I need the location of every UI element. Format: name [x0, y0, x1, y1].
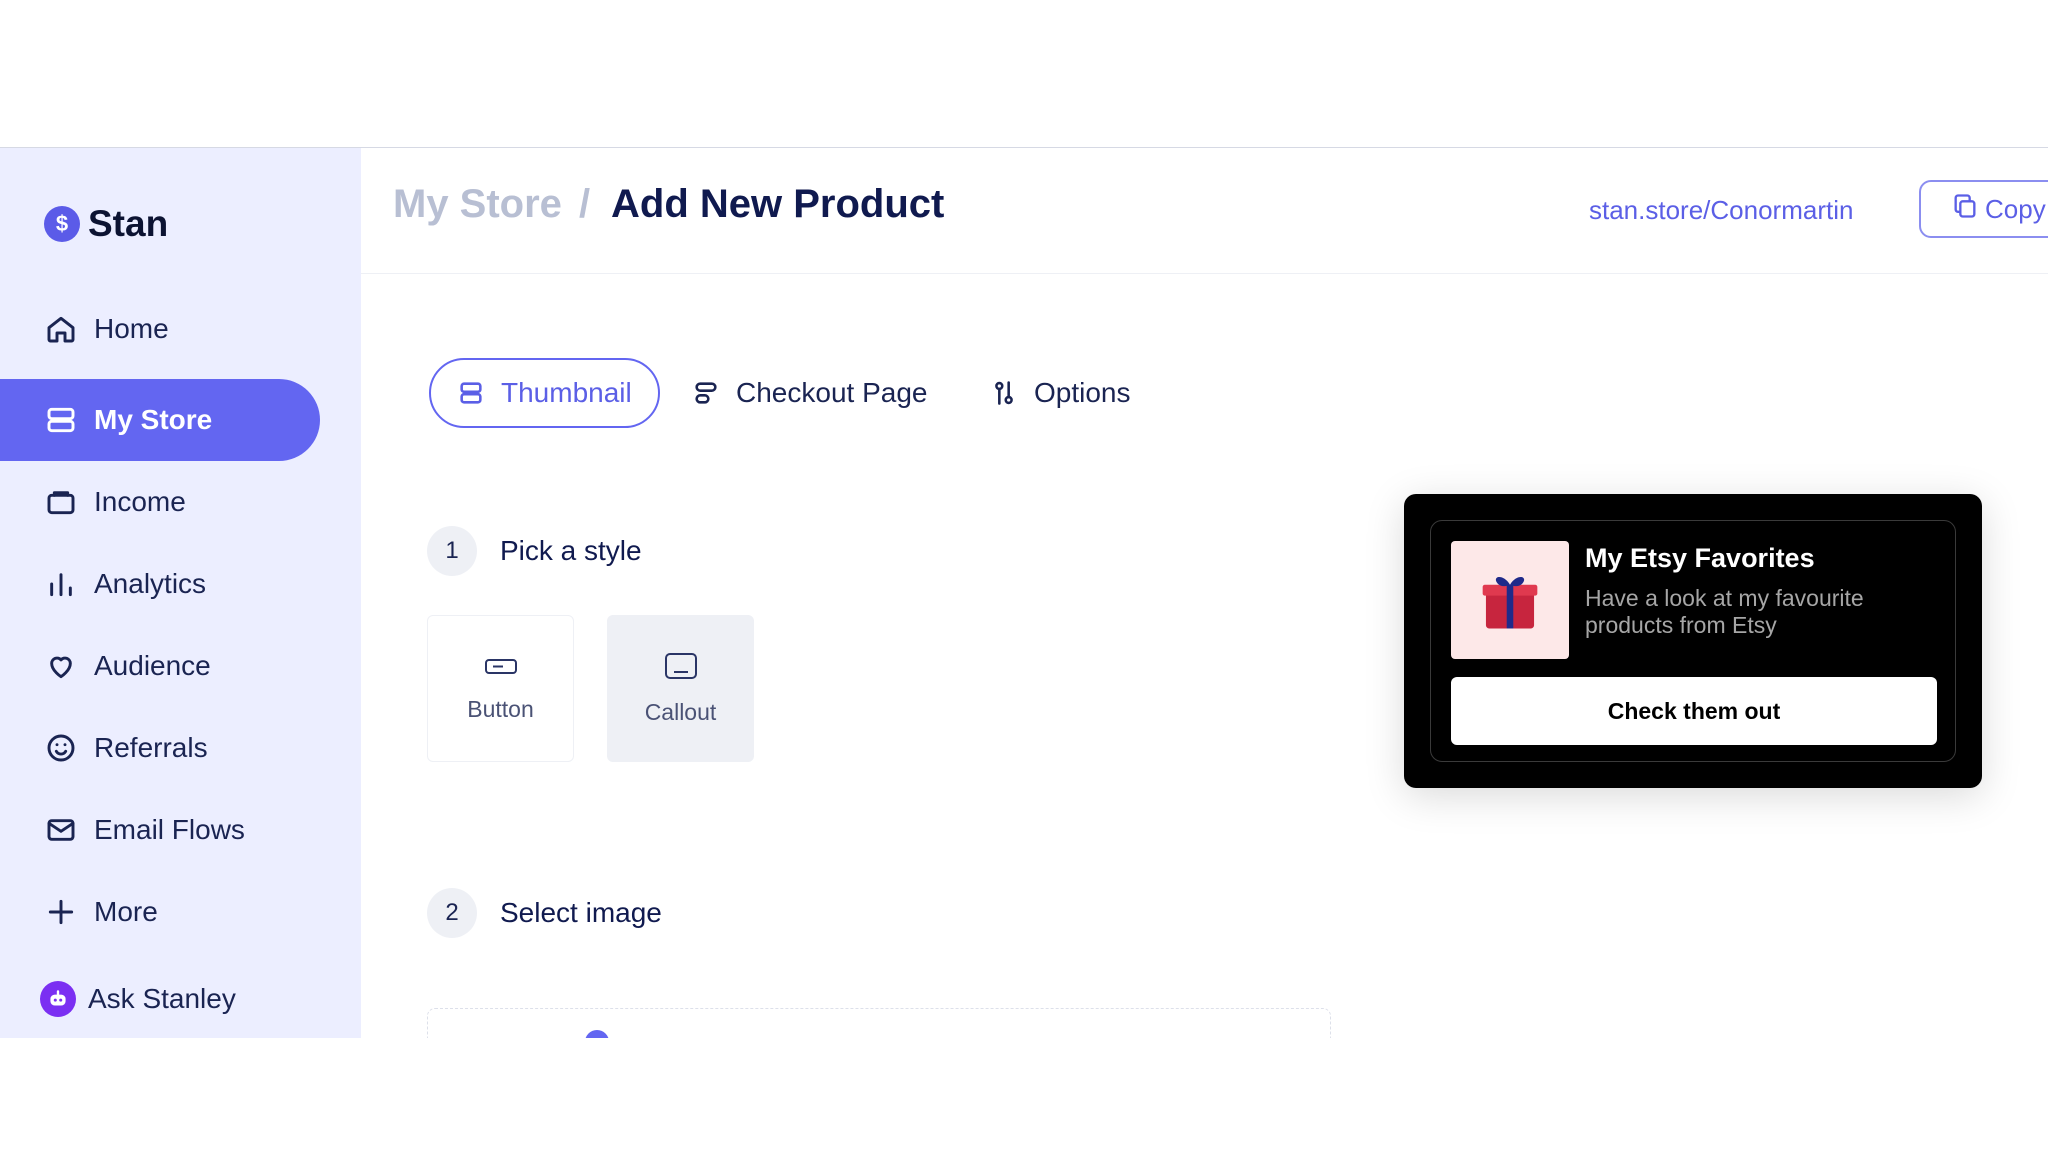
- tab-label: Thumbnail: [501, 377, 632, 408]
- app-window: $ Stan Home My Store Income Analytics Au…: [0, 147, 2048, 1038]
- callout-style-icon: [663, 651, 699, 699]
- preview-cta-button[interactable]: Check them out: [1451, 677, 1937, 745]
- style-option-label: Callout: [644, 699, 717, 725]
- product-preview: My Etsy Favorites Have a look at my favo…: [1404, 494, 1982, 788]
- ask-stanley-label: Ask Stanley: [88, 983, 236, 1014]
- logo[interactable]: $ Stan: [44, 203, 168, 245]
- sidebar-item-label: Audience: [94, 650, 211, 681]
- sidebar-item-analytics[interactable]: Analytics: [0, 543, 320, 625]
- page-title: Add New Product: [611, 182, 945, 226]
- tab-checkout-page[interactable]: Checkout Page: [692, 358, 927, 428]
- heart-icon: [44, 649, 78, 683]
- sidebar-item-label: More: [94, 896, 158, 927]
- preview-title: My Etsy Favorites: [1585, 543, 1815, 573]
- style-option-button[interactable]: Button: [427, 615, 574, 762]
- preview-card: My Etsy Favorites Have a look at my favo…: [1430, 520, 1956, 762]
- dollar-coin-icon: $: [44, 206, 80, 242]
- logo-text: Stan: [88, 203, 169, 244]
- plus-icon: [44, 895, 78, 929]
- style-option-callout[interactable]: Callout: [607, 615, 754, 762]
- step-number: 1: [427, 526, 477, 576]
- thumbnail-icon: [457, 379, 501, 407]
- checkout-icon: [692, 379, 736, 407]
- mail-icon: [44, 813, 78, 847]
- style-option-label: Button: [467, 696, 534, 722]
- sidebar-item-my-store[interactable]: My Store: [0, 379, 320, 461]
- preview-description: Have a look at my favourite products fro…: [1585, 585, 1864, 638]
- sidebar-item-label: Referrals: [94, 732, 208, 763]
- ask-stanley-button[interactable]: Ask Stanley: [0, 958, 320, 1038]
- sidebar-item-label: Email Flows: [94, 814, 245, 845]
- sidebar: $ Stan Home My Store Income Analytics Au…: [0, 148, 361, 1038]
- tab-label: Checkout Page: [736, 377, 928, 408]
- smile-icon: [44, 731, 78, 765]
- sidebar-item-audience[interactable]: Audience: [0, 625, 320, 707]
- gift-box-icon: [1451, 541, 1569, 659]
- sidebar-item-label: Home: [94, 313, 169, 344]
- button-style-icon: [483, 654, 519, 696]
- sidebar-item-email-flows[interactable]: Email Flows: [0, 789, 320, 871]
- step-label: Pick a style: [500, 535, 642, 566]
- sidebar-item-referrals[interactable]: Referrals: [0, 707, 320, 789]
- copy-icon: [1951, 192, 1985, 227]
- sidebar-item-more[interactable]: More: [0, 871, 320, 953]
- wallet-icon: [44, 485, 78, 519]
- step-label: Select image: [500, 897, 662, 928]
- page-header: My Store / Add New Product stan.store/Co…: [361, 148, 2048, 274]
- copy-link-button[interactable]: Copy: [1919, 180, 2048, 238]
- copy-label: Copy: [1985, 193, 2046, 224]
- sliders-icon: [990, 379, 1034, 407]
- store-icon: [44, 403, 78, 437]
- sidebar-item-home[interactable]: Home: [0, 288, 320, 370]
- breadcrumb-separator: /: [579, 182, 591, 226]
- tab-label: Options: [1034, 377, 1131, 408]
- bar-chart-icon: [44, 567, 78, 601]
- sidebar-item-label: My Store: [94, 404, 213, 435]
- tab-thumbnail[interactable]: Thumbnail: [429, 358, 660, 428]
- sidebar-item-income[interactable]: Income: [0, 461, 320, 543]
- sidebar-item-label: Income: [94, 486, 186, 517]
- sidebar-item-label: Analytics: [94, 568, 207, 599]
- robot-icon: [40, 981, 76, 1017]
- image-upload-area[interactable]: [427, 1008, 1331, 1038]
- store-link[interactable]: stan.store/Conormartin: [1589, 195, 1853, 226]
- tab-options[interactable]: Options: [990, 358, 1131, 428]
- home-icon: [44, 312, 78, 346]
- step-number: 2: [427, 888, 477, 938]
- breadcrumb-parent[interactable]: My Store: [393, 182, 562, 227]
